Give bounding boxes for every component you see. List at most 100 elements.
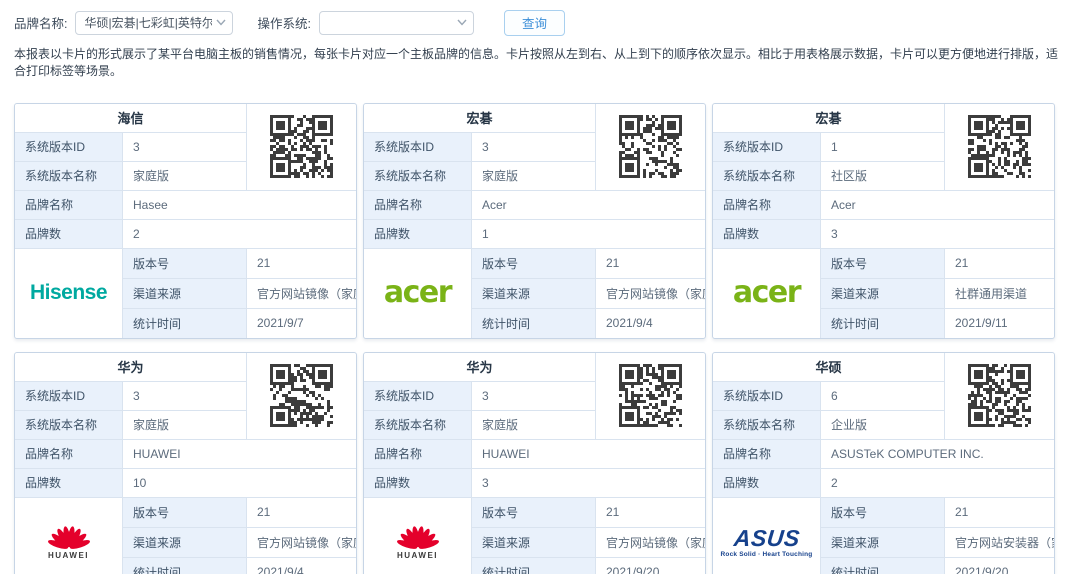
card-title: 宏碁: [364, 104, 595, 132]
field-label-sys-version-name: 系统版本名称: [364, 411, 471, 439]
field-label-sys-version-name: 系统版本名称: [15, 411, 122, 439]
field-label-brand-count: 品牌数: [713, 469, 820, 497]
qr-code: [945, 353, 1054, 439]
field-label-stat-time: 统计时间: [821, 309, 944, 338]
qr-code: [945, 104, 1054, 190]
huawei-logo: HUAWEI: [364, 498, 471, 574]
filter-bar: 品牌名称: 华硕|宏碁|七彩虹|英特尔|华为 操作系统: 查询: [0, 0, 1080, 45]
field-label-brand-count: 品牌数: [15, 469, 122, 497]
field-label-brand-count: 品牌数: [15, 220, 122, 248]
field-value-brand-name: ASUSTeK COMPUTER INC.: [821, 440, 1054, 468]
field-value-version-no: 21: [596, 498, 705, 527]
field-label-version-no: 版本号: [472, 249, 595, 278]
field-value-sys-version-id: 3: [472, 133, 595, 161]
brand-select-value: 华硕|宏碁|七彩虹|英特尔|华为: [84, 14, 212, 31]
field-value-channel: 官方网站镜像（家庭版）: [596, 528, 705, 557]
card-title: 华为: [364, 353, 595, 381]
report-description: 本报表以卡片的形式展示了某平台电脑主板的销售情况，每张卡片对应一个主板品牌的信息…: [0, 45, 1080, 94]
cards-grid: 海信 系统版本ID 3 系统版本名称 家庭版 品牌名称 Hasee 品牌数 2 …: [0, 103, 1080, 574]
card-title: 宏碁: [713, 104, 944, 132]
qr-code: [247, 104, 356, 190]
field-label-sys-version-id: 系统版本ID: [15, 382, 122, 410]
field-label-sys-version-name: 系统版本名称: [364, 162, 471, 190]
field-value-sys-version-id: 3: [123, 382, 246, 410]
field-value-stat-time: 2021/9/4: [596, 309, 705, 338]
acer-logo: acer: [713, 249, 820, 338]
qr-code: [596, 104, 705, 190]
qr-code: [596, 353, 705, 439]
field-value-brand-count: 3: [472, 469, 705, 497]
brand-card: 宏碁 系统版本ID 1 系统版本名称 社区版 品牌名称 Acer 品牌数 3 a…: [712, 103, 1055, 339]
field-label-stat-time: 统计时间: [123, 558, 246, 574]
brand-card: 华硕 系统版本ID 6 系统版本名称 企业版 品牌名称 ASUSTeK COMP…: [712, 352, 1055, 574]
asus-logo: ASUSRock Solid · Heart Touching: [713, 498, 820, 574]
chevron-down-icon: [216, 19, 226, 26]
field-value-brand-count: 2: [821, 469, 1054, 497]
field-value-sys-version-id: 3: [123, 133, 246, 161]
huawei-logo: HUAWEI: [15, 498, 122, 574]
field-label-brand-count: 品牌数: [713, 220, 820, 248]
field-value-version-no: 21: [247, 249, 356, 278]
field-label-version-no: 版本号: [821, 498, 944, 527]
field-value-sys-version-name: 社区版: [821, 162, 944, 190]
field-value-brand-name: Hasee: [123, 191, 356, 219]
card-title: 海信: [15, 104, 246, 132]
field-label-sys-version-id: 系统版本ID: [713, 133, 820, 161]
brand-card: 海信 系统版本ID 3 系统版本名称 家庭版 品牌名称 Hasee 品牌数 2 …: [14, 103, 357, 339]
field-value-sys-version-id: 6: [821, 382, 944, 410]
brand-filter-label: 品牌名称:: [14, 13, 67, 32]
field-value-sys-version-name: 家庭版: [472, 411, 595, 439]
field-value-version-no: 21: [247, 498, 356, 527]
field-value-channel: 社群通用渠道: [945, 279, 1054, 308]
field-value-stat-time: 2021/9/20: [945, 558, 1054, 574]
field-label-sys-version-id: 系统版本ID: [364, 382, 471, 410]
field-label-channel: 渠道来源: [123, 528, 246, 557]
field-value-brand-name: Acer: [821, 191, 1054, 219]
field-label-channel: 渠道来源: [123, 279, 246, 308]
os-filter-label: 操作系统:: [257, 13, 310, 32]
field-label-brand-name: 品牌名称: [364, 191, 471, 219]
field-value-brand-count: 2: [123, 220, 356, 248]
chevron-down-icon: [457, 19, 467, 26]
field-value-version-no: 21: [945, 498, 1054, 527]
field-value-channel: 官方网站镜像（家庭版）: [247, 528, 356, 557]
field-value-channel: 官方网站镜像（家庭版）: [247, 279, 356, 308]
field-value-stat-time: 2021/9/7: [247, 309, 356, 338]
hisense-logo: Hisense: [15, 249, 122, 338]
qr-code: [247, 353, 356, 439]
field-label-sys-version-id: 系统版本ID: [364, 133, 471, 161]
query-button[interactable]: 查询: [504, 10, 565, 36]
field-value-channel: 官方网站安装器（家庭...: [945, 528, 1054, 557]
field-label-sys-version-id: 系统版本ID: [15, 133, 122, 161]
field-value-stat-time: 2021/9/20: [596, 558, 705, 574]
field-value-channel: 官方网站镜像（家庭版）: [596, 279, 705, 308]
field-label-channel: 渠道来源: [472, 279, 595, 308]
field-label-version-no: 版本号: [821, 249, 944, 278]
field-label-sys-version-name: 系统版本名称: [713, 411, 820, 439]
field-value-sys-version-name: 家庭版: [472, 162, 595, 190]
field-label-channel: 渠道来源: [821, 528, 944, 557]
brand-card: 华为 系统版本ID 3 系统版本名称 家庭版 品牌名称 HUAWEI 品牌数 3…: [363, 352, 706, 574]
brand-select[interactable]: 华硕|宏碁|七彩虹|英特尔|华为: [75, 11, 233, 35]
field-label-sys-version-id: 系统版本ID: [713, 382, 820, 410]
field-value-brand-count: 10: [123, 469, 356, 497]
field-label-stat-time: 统计时间: [821, 558, 944, 574]
field-value-version-no: 21: [945, 249, 1054, 278]
brand-card: 宏碁 系统版本ID 3 系统版本名称 家庭版 品牌名称 Acer 品牌数 1 a…: [363, 103, 706, 339]
field-label-brand-name: 品牌名称: [15, 440, 122, 468]
field-label-stat-time: 统计时间: [472, 309, 595, 338]
field-value-sys-version-name: 企业版: [821, 411, 944, 439]
field-label-version-no: 版本号: [123, 249, 246, 278]
field-label-version-no: 版本号: [472, 498, 595, 527]
field-value-brand-count: 3: [821, 220, 1054, 248]
field-label-sys-version-name: 系统版本名称: [713, 162, 820, 190]
field-value-sys-version-id: 3: [472, 382, 595, 410]
os-select[interactable]: [319, 11, 474, 35]
report-page: 品牌名称: 华硕|宏碁|七彩虹|英特尔|华为 操作系统: 查询 本报表以卡片的形…: [0, 0, 1080, 574]
field-value-brand-name: HUAWEI: [472, 440, 705, 468]
field-value-sys-version-id: 1: [821, 133, 944, 161]
field-label-brand-name: 品牌名称: [15, 191, 122, 219]
field-label-brand-count: 品牌数: [364, 220, 471, 248]
brand-card: 华为 系统版本ID 3 系统版本名称 家庭版 品牌名称 HUAWEI 品牌数 1…: [14, 352, 357, 574]
field-value-brand-count: 1: [472, 220, 705, 248]
